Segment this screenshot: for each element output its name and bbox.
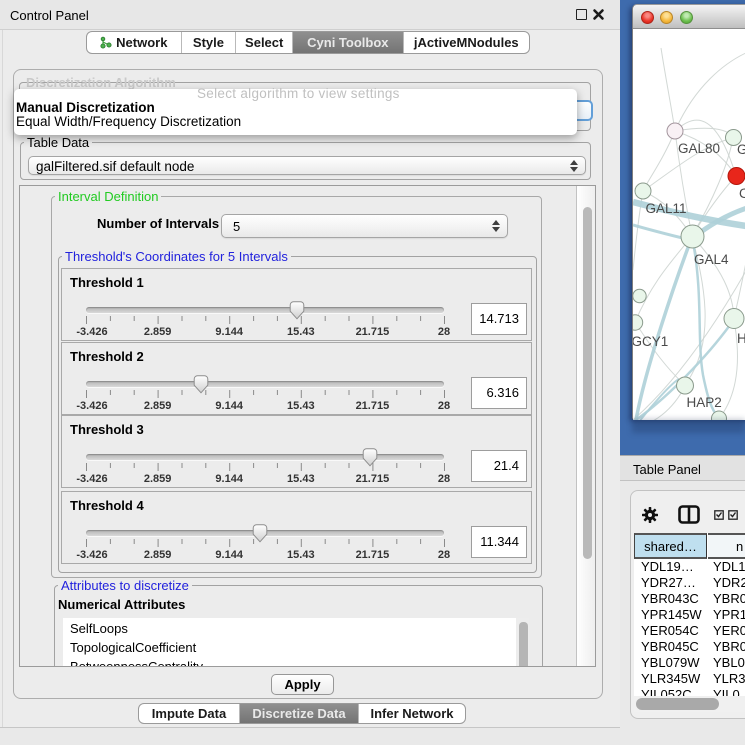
svg-text:GCY1: GCY1 bbox=[633, 334, 668, 349]
svg-text:H: H bbox=[737, 331, 745, 346]
svg-text:GAL80: GAL80 bbox=[678, 141, 720, 156]
svg-text:GAL4: GAL4 bbox=[694, 252, 729, 267]
svg-text:GA: GA bbox=[737, 142, 745, 157]
svg-text:GAL11: GAL11 bbox=[646, 201, 687, 216]
svg-text:C: C bbox=[739, 186, 745, 201]
svg-text:HAP2: HAP2 bbox=[687, 395, 722, 410]
